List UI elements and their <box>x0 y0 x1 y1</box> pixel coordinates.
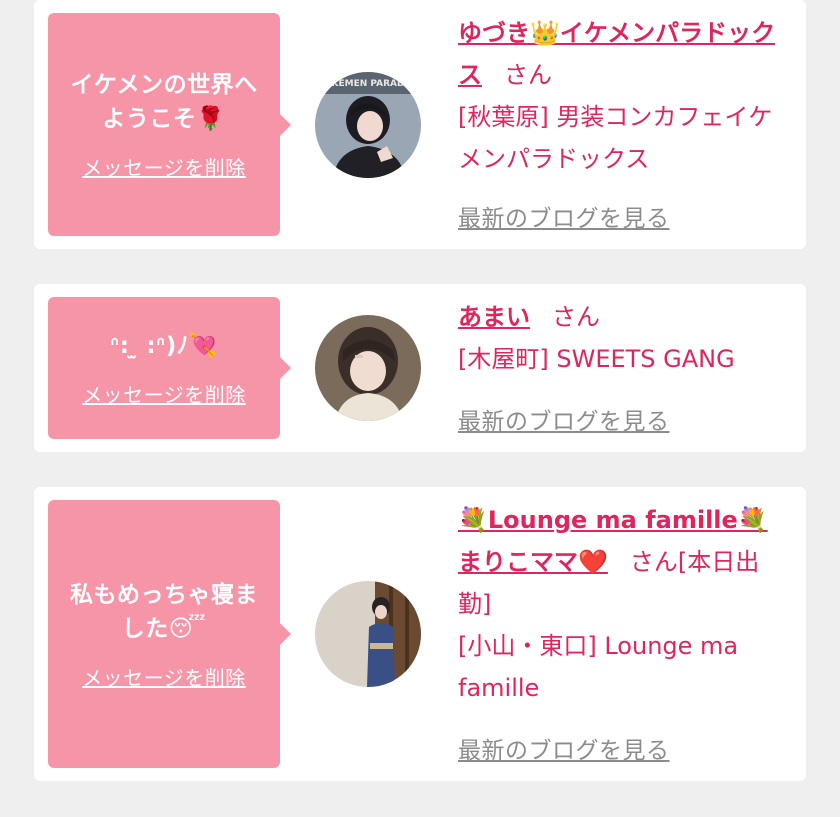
avatar[interactable] <box>315 315 421 421</box>
message-card: イケメンの世界へようこそ🌹 メッセージを削除 KEMEN PARAD ゆづき👑イ… <box>34 0 806 249</box>
shop-info: [木屋町] SWEETS GANG <box>458 345 735 373</box>
delete-message-link[interactable]: メッセージを削除 <box>82 152 246 181</box>
message-text: イケメンの世界へようこそ🌹 <box>70 72 258 132</box>
shop-info: [小山・東口] Lounge ma famille <box>458 632 739 702</box>
sender-name-link[interactable]: あまい <box>458 303 530 331</box>
avatar[interactable]: KEMEN PARAD <box>315 72 421 178</box>
honorific: さん <box>629 548 678 576</box>
avatar-photo <box>315 315 421 421</box>
message-bubble: ᐢ: ̫ :ᐢ)ﾉ💘 メッセージを削除 <box>48 297 291 439</box>
avatar-sign-text: KEMEN PARAD <box>332 79 405 89</box>
message-bubble: イケメンの世界へようこそ🌹 メッセージを削除 <box>48 13 291 236</box>
latest-blog-link[interactable]: 最新のブログを見る <box>458 402 670 436</box>
message-card: ᐢ: ̫ :ᐢ)ﾉ💘 メッセージを削除 あまい さん [木屋町] SWEETS G… <box>34 284 806 452</box>
sender-info: あまい さん [木屋町] SWEETS GANG <box>458 296 788 380</box>
latest-blog-link[interactable]: 最新のブログを見る <box>458 731 670 765</box>
sender-info: ゆづき👑イケメンパラドックス さん [秋葉原] 男装コンカフェイケメンパラドックス <box>458 12 788 180</box>
avatar[interactable] <box>315 581 421 687</box>
delete-message-link[interactable]: メッセージを削除 <box>82 379 246 408</box>
sender-info: 💐Lounge ma famille💐まりこママ❤️ さん[本日出勤] [小山・東… <box>458 499 788 709</box>
delete-message-link[interactable]: メッセージを削除 <box>82 662 246 691</box>
message-text: 私もめっちゃ寝ました😴 <box>70 581 258 642</box>
message-bubble: 私もめっちゃ寝ました😴 メッセージを削除 <box>48 500 291 768</box>
honorific: さん <box>504 61 552 89</box>
shop-info: [秋葉原] 男装コンカフェイケメンパラドックス <box>458 103 773 173</box>
avatar-photo: KEMEN PARAD <box>315 72 421 178</box>
avatar-photo <box>315 581 421 687</box>
message-text: ᐢ: ̫ :ᐢ)ﾉ💘 <box>110 332 218 359</box>
honorific: さん <box>552 303 600 331</box>
latest-blog-link[interactable]: 最新のブログを見る <box>458 199 670 233</box>
message-card: 私もめっちゃ寝ました😴 メッセージを削除 💐Lounge ma famille💐… <box>34 487 806 781</box>
message-list: イケメンの世界へようこそ🌹 メッセージを削除 KEMEN PARAD ゆづき👑イ… <box>0 0 840 817</box>
